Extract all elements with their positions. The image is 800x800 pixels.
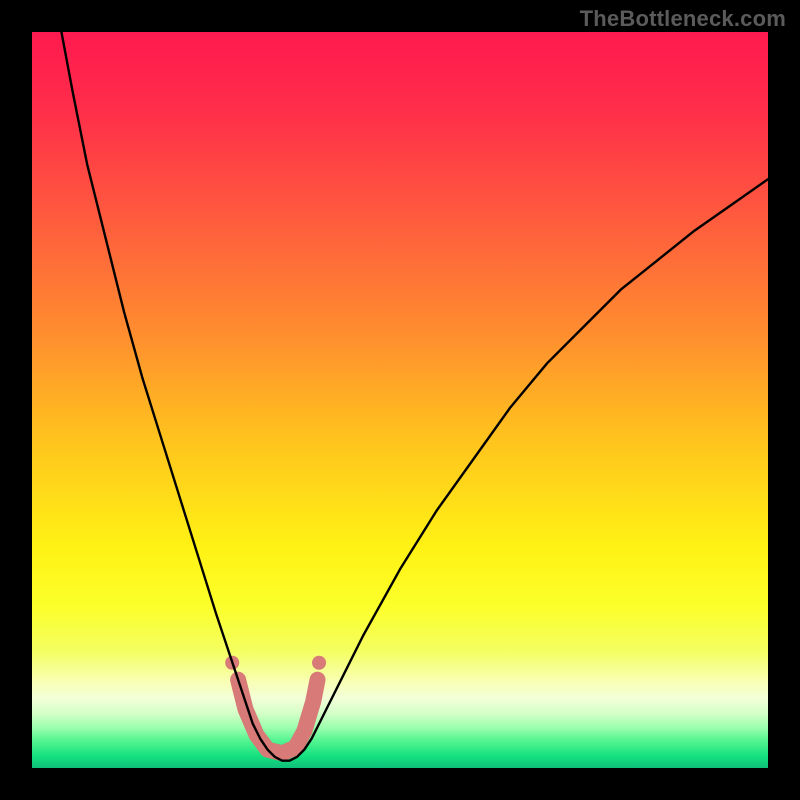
watermark-text: TheBottleneck.com <box>580 6 786 32</box>
chart-frame: TheBottleneck.com <box>0 0 800 800</box>
curve-layer <box>32 32 768 768</box>
plot-area <box>32 32 768 768</box>
main-curve <box>61 32 768 761</box>
